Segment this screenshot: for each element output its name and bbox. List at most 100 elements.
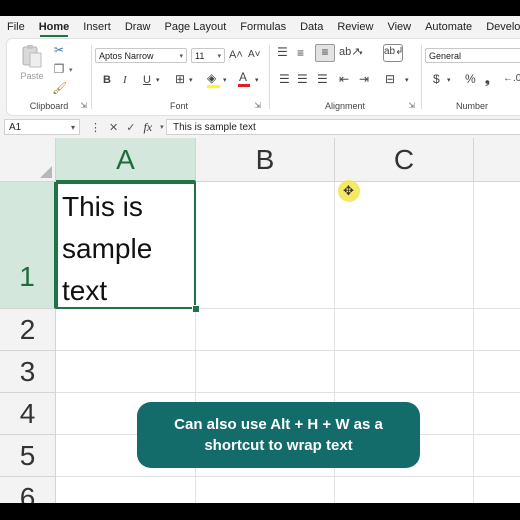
orientation-icon[interactable]: ab↗ (339, 45, 360, 59)
number-format-dropdown[interactable]: General (425, 48, 520, 63)
fill-color-dropdown-icon[interactable]: ▾ (223, 74, 227, 88)
bold-button[interactable]: B (103, 73, 111, 87)
fill-handle[interactable] (192, 305, 200, 313)
chevron-down-icon: ▾ (217, 53, 221, 60)
percent-icon[interactable]: % (465, 72, 476, 86)
ribbon-tabs: File Home Insert Draw Page Layout Formul… (0, 16, 520, 38)
align-center-icon[interactable]: ☰ (297, 72, 308, 86)
formula-input[interactable]: This is sample text (166, 119, 520, 135)
tab-home[interactable]: Home (32, 16, 77, 38)
copy-icon[interactable]: ❐ (52, 62, 66, 76)
row-header-4[interactable]: 4 (0, 393, 56, 435)
tab-data[interactable]: Data (293, 16, 330, 38)
more-options-icon[interactable]: ⋮ (90, 121, 101, 134)
cell-a1-text: This is sample text (62, 191, 153, 306)
paste-button[interactable]: Paste (17, 43, 47, 85)
row-header-1[interactable]: 1 (0, 182, 56, 309)
cell-d3[interactable] (474, 351, 520, 393)
font-name-value: Aptos Narrow (99, 51, 154, 61)
increase-decimal-icon[interactable]: ←.0 (503, 72, 520, 86)
increase-font-size-icon[interactable]: A˄ (229, 48, 243, 62)
font-color-dropdown-icon[interactable]: ▾ (255, 74, 259, 88)
decrease-indent-icon[interactable]: ⇤ (339, 72, 349, 86)
currency-icon[interactable]: $ (433, 72, 440, 86)
underline-button[interactable]: U (143, 73, 151, 87)
excel-window: File Home Insert Draw Page Layout Formul… (0, 0, 520, 520)
tab-automate[interactable]: Automate (418, 16, 479, 38)
font-launcher-icon[interactable]: ⇲ (254, 101, 261, 110)
cut-icon[interactable]: ✂ (52, 43, 66, 57)
wrap-text-icon[interactable]: ab↲ (383, 44, 404, 62)
cell-b2[interactable] (196, 309, 335, 351)
currency-dropdown-icon[interactable]: ▾ (447, 74, 451, 88)
decrease-font-size-icon[interactable]: A˅ (248, 48, 261, 62)
orientation-dropdown-icon[interactable]: ▾ (359, 47, 363, 61)
bottom-black-bar (0, 503, 520, 520)
copy-dropdown-icon[interactable]: ▾ (69, 64, 73, 78)
column-header-d[interactable] (474, 138, 520, 182)
tab-review[interactable]: Review (330, 16, 380, 38)
row-header-6[interactable]: 6 (0, 477, 56, 503)
align-right-icon[interactable]: ☰ (317, 72, 328, 86)
cell-d5[interactable] (474, 435, 520, 477)
align-bottom-icon[interactable]: ≡ (315, 44, 335, 62)
row-header-3[interactable]: 3 (0, 351, 56, 393)
cell-d6[interactable] (474, 477, 520, 503)
mouse-cursor-highlight: ✥ (338, 180, 360, 202)
format-painter-icon[interactable]: 🖌 (52, 81, 67, 95)
chevron-down-icon: ▾ (70, 123, 75, 132)
align-top-icon[interactable]: ☰ (277, 45, 288, 59)
cancel-icon[interactable]: ✕ (109, 121, 118, 134)
cell-a6[interactable] (56, 477, 196, 503)
tab-page-layout[interactable]: Page Layout (157, 16, 233, 38)
align-middle-icon[interactable]: ≡ (297, 46, 304, 60)
cell-c3[interactable] (335, 351, 474, 393)
cell-c6[interactable] (335, 477, 474, 503)
tab-developer[interactable]: Developer (479, 16, 520, 38)
row-header-2[interactable]: 2 (0, 309, 56, 351)
cell-d4[interactable] (474, 393, 520, 435)
cell-a2[interactable] (56, 309, 196, 351)
cell-b6[interactable] (196, 477, 335, 503)
cell-c1[interactable] (335, 182, 474, 309)
tab-draw[interactable]: Draw (118, 16, 158, 38)
fill-color-icon[interactable]: ◈ (207, 71, 220, 88)
formula-controls: ⋮ ✕ ✓ fx ▾ (90, 118, 164, 136)
name-box[interactable]: A1 ▾ (4, 119, 80, 135)
italic-button[interactable]: I (123, 73, 127, 87)
clipboard-launcher-icon[interactable]: ⇲ (80, 101, 87, 110)
column-header-c[interactable]: C (335, 138, 474, 182)
borders-icon[interactable]: ⊞ (175, 72, 185, 86)
tab-formulas[interactable]: Formulas (233, 16, 293, 38)
insert-function-icon[interactable]: fx (143, 120, 152, 135)
tab-insert[interactable]: Insert (76, 16, 118, 38)
cell-a3[interactable] (56, 351, 196, 393)
column-header-a[interactable]: A (56, 138, 196, 182)
formula-bar: A1 ▾ ⋮ ✕ ✓ fx ▾ This is sample text (0, 118, 520, 136)
font-size-value: 11 (195, 51, 205, 61)
font-size-dropdown[interactable]: 11 ▾ (191, 48, 225, 63)
cell-b3[interactable] (196, 351, 335, 393)
font-color-icon[interactable]: A (238, 70, 250, 87)
alignment-launcher-icon[interactable]: ⇲ (408, 101, 415, 110)
row-header-5[interactable]: 5 (0, 435, 56, 477)
comma-style-icon[interactable]: ❟ (485, 72, 490, 86)
cell-d1[interactable] (474, 182, 520, 309)
align-left-icon[interactable]: ☰ (279, 72, 290, 86)
font-name-dropdown[interactable]: Aptos Narrow ▾ (95, 48, 187, 63)
enter-icon[interactable]: ✓ (126, 121, 135, 134)
borders-dropdown-icon[interactable]: ▾ (189, 74, 193, 88)
cell-b1[interactable] (196, 182, 335, 309)
cell-d2[interactable] (474, 309, 520, 351)
underline-dropdown-icon[interactable]: ▾ (156, 74, 160, 88)
cell-a1[interactable]: This is sample text (56, 182, 196, 309)
tab-file[interactable]: File (0, 16, 32, 38)
merge-dropdown-icon[interactable]: ▾ (405, 74, 409, 88)
merge-center-icon[interactable]: ⊟ (385, 72, 395, 86)
cell-c2[interactable] (335, 309, 474, 351)
fx-dropdown-icon[interactable]: ▾ (160, 123, 164, 131)
column-header-b[interactable]: B (196, 138, 335, 182)
increase-indent-icon[interactable]: ⇥ (359, 72, 369, 86)
tab-view[interactable]: View (380, 16, 418, 38)
select-all-button[interactable] (0, 138, 56, 182)
